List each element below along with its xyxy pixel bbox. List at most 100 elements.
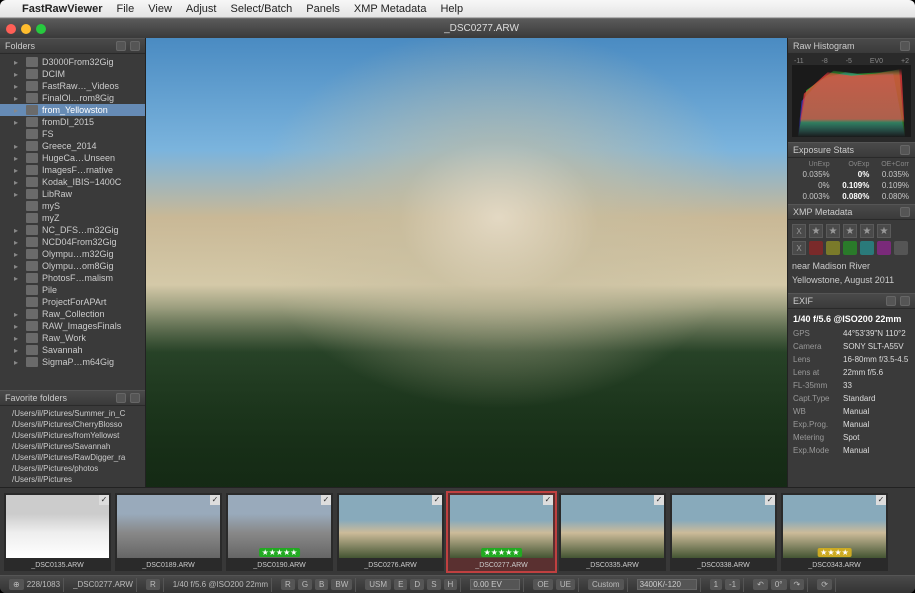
mode-d[interactable]: D bbox=[410, 579, 424, 590]
favorite-item[interactable]: /Users/il/Pictures bbox=[0, 474, 145, 485]
panel-close-icon[interactable] bbox=[130, 41, 140, 51]
menu-adjust[interactable]: Adjust bbox=[186, 3, 217, 15]
folder-item[interactable]: ▸ImagesF…rnative bbox=[0, 164, 145, 176]
mode-h[interactable]: H bbox=[444, 579, 458, 590]
panel-close-icon[interactable] bbox=[900, 207, 910, 217]
folder-item[interactable]: ▸Olympu…om8Gig bbox=[0, 260, 145, 272]
main-image[interactable] bbox=[146, 38, 787, 487]
panel-grid-icon[interactable] bbox=[116, 41, 126, 51]
color-label[interactable] bbox=[894, 241, 908, 255]
panel-close-icon[interactable] bbox=[900, 41, 910, 51]
filmstrip[interactable]: ✓_DSC0135.ARW✓_DSC0189.ARW✓★★★★★_DSC0190… bbox=[0, 487, 915, 575]
check-icon[interactable]: ✓ bbox=[765, 495, 775, 505]
usm-toggle[interactable]: USM bbox=[365, 579, 391, 590]
thumbnail[interactable]: ✓★★★★★_DSC0190.ARW bbox=[226, 493, 333, 571]
panel-gear-icon[interactable] bbox=[886, 296, 896, 306]
thumbnail[interactable]: ✓_DSC0338.ARW bbox=[670, 493, 777, 571]
menu-file[interactable]: File bbox=[117, 3, 135, 15]
folder-item[interactable]: ▸Kodak_IBIS−1400C bbox=[0, 176, 145, 188]
channel-b[interactable]: B bbox=[315, 579, 328, 590]
color-label[interactable] bbox=[877, 241, 891, 255]
underexp-toggle[interactable]: UE bbox=[556, 579, 575, 590]
rating-star-2[interactable]: ★ bbox=[826, 224, 840, 238]
folder-item[interactable]: ▸DCIM bbox=[0, 68, 145, 80]
zoom-icon[interactable] bbox=[36, 24, 46, 34]
folder-item[interactable]: ▸NC_DFS…m32Gig bbox=[0, 224, 145, 236]
folder-item[interactable]: ▸FastRaw…_Videos bbox=[0, 80, 145, 92]
zoom-button[interactable]: ⊕ bbox=[9, 579, 24, 590]
folder-item[interactable]: ▸LibRaw bbox=[0, 188, 145, 200]
minimize-icon[interactable] bbox=[21, 24, 31, 34]
menu-view[interactable]: View bbox=[148, 3, 172, 15]
image-viewport[interactable] bbox=[146, 38, 787, 487]
thumbnail[interactable]: ✓_DSC0335.ARW bbox=[559, 493, 666, 571]
favorite-list[interactable]: /Users/il/Pictures/Summer_in_C/Users/il/… bbox=[0, 406, 145, 487]
folder-tree[interactable]: ▸D3000From32Gig▸DCIM▸FastRaw…_Videos▸Fin… bbox=[0, 54, 145, 390]
color-label[interactable] bbox=[809, 241, 823, 255]
mode-s[interactable]: S bbox=[427, 579, 440, 590]
folder-item[interactable]: ▸Savannah bbox=[0, 344, 145, 356]
check-icon[interactable]: ✓ bbox=[210, 495, 220, 505]
menu-selectbatch[interactable]: Select/Batch bbox=[230, 3, 292, 15]
folder-item[interactable]: ▸SigmaP…m64Gig bbox=[0, 356, 145, 368]
folder-item[interactable]: ▸Greece_2014 bbox=[0, 140, 145, 152]
menu-xmp[interactable]: XMP Metadata bbox=[354, 3, 427, 15]
folder-item[interactable]: ▸PhotosF…malism bbox=[0, 272, 145, 284]
mode-e[interactable]: E bbox=[394, 579, 407, 590]
ev-plus[interactable]: 1 bbox=[710, 579, 722, 590]
favorite-item[interactable]: /Users/il/Pictures/fromYellowst bbox=[0, 430, 145, 441]
check-icon[interactable]: ✓ bbox=[99, 495, 109, 505]
check-icon[interactable]: ✓ bbox=[543, 495, 553, 505]
thumbnail[interactable]: ✓_DSC0276.ARW bbox=[337, 493, 444, 571]
folder-item[interactable]: Pile bbox=[0, 284, 145, 296]
favorite-item[interactable]: /Users/il/Pictures/photos bbox=[0, 463, 145, 474]
folder-item[interactable]: ProjectForAPArt bbox=[0, 296, 145, 308]
folder-item[interactable]: ▸Raw_Collection bbox=[0, 308, 145, 320]
folder-item[interactable]: ▸from_Yellowston bbox=[0, 104, 145, 116]
folder-item[interactable]: ▸D3000From32Gig bbox=[0, 56, 145, 68]
favorite-item[interactable]: /Users/il/Pictures/Savannah bbox=[0, 441, 145, 452]
wb-input[interactable] bbox=[637, 579, 697, 590]
rating-clear-button[interactable]: X bbox=[792, 224, 806, 238]
rotate-ccw-icon[interactable]: ↶ bbox=[753, 579, 768, 590]
channel-r[interactable]: R bbox=[281, 579, 295, 590]
wb-select[interactable]: Custom bbox=[588, 579, 624, 590]
label-clear-button[interactable]: X bbox=[792, 241, 806, 255]
rating-star-3[interactable]: ★ bbox=[843, 224, 857, 238]
folder-item[interactable]: ▸Raw_Work bbox=[0, 332, 145, 344]
folder-item[interactable]: ▸RAW_ImagesFinals bbox=[0, 320, 145, 332]
thumbnail[interactable]: ✓★★★★★_DSC0277.ARW bbox=[448, 493, 555, 571]
color-label[interactable] bbox=[860, 241, 874, 255]
folder-item[interactable]: ▸Olympu…m32Gig bbox=[0, 248, 145, 260]
folder-item[interactable]: myZ bbox=[0, 212, 145, 224]
folder-item[interactable]: ▸NCD04From32Gig bbox=[0, 236, 145, 248]
check-icon[interactable]: ✓ bbox=[321, 495, 331, 505]
rotation-value[interactable]: 0° bbox=[771, 579, 787, 590]
panel-close-icon[interactable] bbox=[900, 296, 910, 306]
channel-g[interactable]: G bbox=[298, 579, 312, 590]
rating-star-4[interactable]: ★ bbox=[860, 224, 874, 238]
ev-input[interactable] bbox=[470, 579, 520, 590]
folder-item[interactable]: ▸fromDI_2015 bbox=[0, 116, 145, 128]
panel-close-icon[interactable] bbox=[130, 393, 140, 403]
color-label[interactable] bbox=[843, 241, 857, 255]
favorite-item[interactable]: /Users/il/Pictures/Summer_in_C bbox=[0, 408, 145, 419]
raw-toggle[interactable]: R bbox=[146, 579, 160, 590]
folder-item[interactable]: FS bbox=[0, 128, 145, 140]
thumbnail[interactable]: ✓_DSC0189.ARW bbox=[115, 493, 222, 571]
rating-star-1[interactable]: ★ bbox=[809, 224, 823, 238]
menu-panels[interactable]: Panels bbox=[306, 3, 340, 15]
folder-item[interactable]: ▸FinalOl…rom8Gig bbox=[0, 92, 145, 104]
folder-item[interactable]: ▸HugeCa…Unseen bbox=[0, 152, 145, 164]
favorite-item[interactable]: /Users/il/Pictures/CherryBlosso bbox=[0, 419, 145, 430]
menu-help[interactable]: Help bbox=[440, 3, 463, 15]
rotate-cw-icon[interactable]: ↷ bbox=[790, 579, 805, 590]
color-label[interactable] bbox=[826, 241, 840, 255]
check-icon[interactable]: ✓ bbox=[876, 495, 886, 505]
check-icon[interactable]: ✓ bbox=[432, 495, 442, 505]
rating-star-5[interactable]: ★ bbox=[877, 224, 891, 238]
channel-bw[interactable]: BW bbox=[331, 579, 352, 590]
thumbnail[interactable]: ✓★★★★_DSC0343.ARW bbox=[781, 493, 888, 571]
favorite-item[interactable]: /Users/il/Pictures/RawDigger_ra bbox=[0, 452, 145, 463]
refresh-icon[interactable]: ⟳ bbox=[817, 579, 832, 590]
